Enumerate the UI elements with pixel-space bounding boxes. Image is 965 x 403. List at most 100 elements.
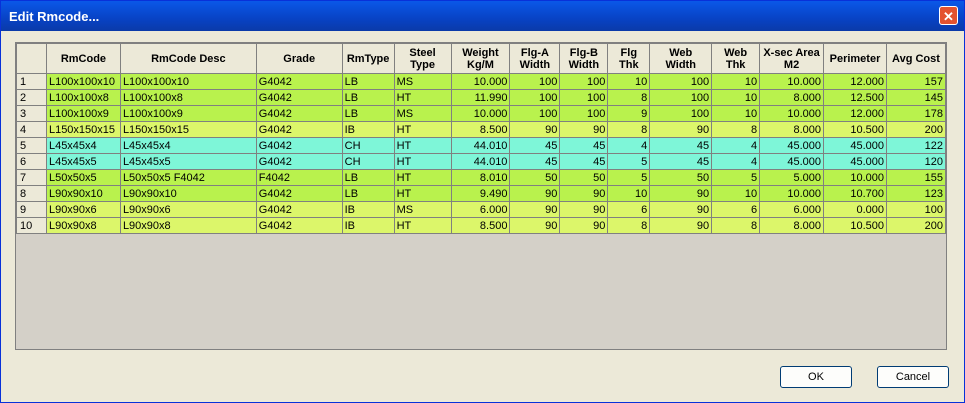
- row-number[interactable]: 1: [16, 73, 47, 90]
- grid-cell[interactable]: 10: [711, 73, 761, 90]
- column-header[interactable]: RmCode: [45, 43, 121, 74]
- grid-cell[interactable]: 10: [607, 185, 651, 202]
- grid-cell[interactable]: 10.000: [450, 105, 511, 122]
- grid-cell[interactable]: 122: [885, 137, 946, 154]
- grid-cell[interactable]: IB: [341, 121, 395, 138]
- grid-cell[interactable]: 45.000: [759, 153, 825, 170]
- row-number[interactable]: 7: [16, 169, 47, 186]
- grid-cell[interactable]: 8: [711, 217, 761, 234]
- cancel-button[interactable]: Cancel: [877, 366, 949, 388]
- grid-cell[interactable]: 6.000: [759, 201, 825, 218]
- grid-cell[interactable]: 12.500: [823, 89, 887, 106]
- grid-cell[interactable]: LB: [341, 185, 395, 202]
- table-row[interactable]: 4 L150x150x15 L150x150x15 G4042 IB HT 8.500 90 9…: [16, 121, 946, 138]
- grid-cell[interactable]: 8.500: [450, 121, 511, 138]
- grid-cell[interactable]: HT: [393, 137, 452, 154]
- grid-cell[interactable]: 100: [509, 89, 561, 106]
- grid-cell[interactable]: 8: [711, 121, 761, 138]
- grid-cell[interactable]: 45: [649, 137, 713, 154]
- grid-cell[interactable]: 12.000: [823, 73, 887, 90]
- grid-cell[interactable]: 10.500: [823, 217, 887, 234]
- grid-cell[interactable]: 8.000: [759, 121, 825, 138]
- grid-cell[interactable]: 4: [711, 153, 761, 170]
- grid-cell[interactable]: 10: [711, 185, 761, 202]
- grid-cell[interactable]: 90: [649, 121, 713, 138]
- grid-cell[interactable]: L90x90x10: [119, 185, 257, 202]
- ok-button[interactable]: OK: [780, 366, 852, 388]
- row-number[interactable]: 9: [16, 201, 47, 218]
- grid-cell[interactable]: 50: [559, 169, 609, 186]
- grid-cell[interactable]: 90: [509, 185, 561, 202]
- grid-cell[interactable]: 5.000: [759, 169, 825, 186]
- grid-cell[interactable]: G4042: [255, 185, 343, 202]
- grid-cell[interactable]: G4042: [255, 105, 343, 122]
- grid-cell[interactable]: L45x45x4: [45, 137, 121, 154]
- grid-cell[interactable]: HT: [393, 121, 452, 138]
- grid-cell[interactable]: L45x45x5: [119, 153, 257, 170]
- row-number[interactable]: 6: [16, 153, 47, 170]
- grid-cell[interactable]: 100: [559, 89, 609, 106]
- grid-cell[interactable]: 45: [559, 153, 609, 170]
- grid-cell[interactable]: 155: [885, 169, 946, 186]
- grid-cell[interactable]: IB: [341, 217, 395, 234]
- column-header[interactable]: Steel Type: [393, 43, 452, 74]
- grid-cell[interactable]: G4042: [255, 153, 343, 170]
- grid-cell[interactable]: L100x100x10: [119, 73, 257, 90]
- grid-cell[interactable]: G4042: [255, 201, 343, 218]
- grid-cell[interactable]: 11.990: [450, 89, 511, 106]
- grid-cell[interactable]: 10.000: [759, 185, 825, 202]
- grid-cell[interactable]: 10.000: [759, 73, 825, 90]
- grid-cell[interactable]: LB: [341, 89, 395, 106]
- grid-cell[interactable]: 4: [711, 137, 761, 154]
- grid-cell[interactable]: 200: [885, 217, 946, 234]
- grid-cell[interactable]: 45: [559, 137, 609, 154]
- table-row[interactable]: 6 L45x45x5 L45x45x5 G4042 CH HT 44.010 45 45 5 45 4…: [16, 153, 946, 170]
- close-icon[interactable]: ✕: [939, 6, 958, 25]
- grid-cell[interactable]: G4042: [255, 89, 343, 106]
- grid-cell[interactable]: L50x50x5: [45, 169, 121, 186]
- grid-cell[interactable]: L100x100x9: [119, 105, 257, 122]
- grid-cell[interactable]: 90: [649, 185, 713, 202]
- grid-cell[interactable]: 44.010: [450, 153, 511, 170]
- grid-cell[interactable]: 8: [607, 217, 651, 234]
- grid-cell[interactable]: L90x90x8: [45, 217, 121, 234]
- column-header[interactable]: RmType: [341, 43, 395, 74]
- grid-cell[interactable]: HT: [393, 169, 452, 186]
- row-number[interactable]: 10: [16, 217, 47, 234]
- grid-cell[interactable]: 45: [509, 153, 561, 170]
- table-row[interactable]: 8 L90x90x10 L90x90x10 G4042 LB HT 9.490 90 90 10 9…: [16, 185, 946, 202]
- grid-cell[interactable]: 10.000: [759, 105, 825, 122]
- grid-cell[interactable]: G4042: [255, 217, 343, 234]
- table-row[interactable]: 9 L90x90x6 L90x90x6 G4042 IB MS 6.000 90 90 6 90 6 6…: [16, 201, 946, 218]
- grid-cell[interactable]: 5: [711, 169, 761, 186]
- row-number[interactable]: 8: [16, 185, 47, 202]
- table-row[interactable]: 3 L100x100x9 L100x100x9 G4042 LB MS 10.000 100 1…: [16, 105, 946, 122]
- grid-cell[interactable]: 90: [649, 201, 713, 218]
- grid-cell[interactable]: L45x45x5: [45, 153, 121, 170]
- grid-cell[interactable]: 90: [559, 217, 609, 234]
- grid-cell[interactable]: G4042: [255, 121, 343, 138]
- grid-cell[interactable]: 10.700: [823, 185, 887, 202]
- grid-cell[interactable]: 8.000: [759, 89, 825, 106]
- grid-cell[interactable]: L45x45x4: [119, 137, 257, 154]
- row-number[interactable]: 2: [16, 89, 47, 106]
- grid-cell[interactable]: IB: [341, 201, 395, 218]
- grid-cell[interactable]: L100x100x8: [45, 89, 121, 106]
- grid-cell[interactable]: 45.000: [823, 153, 887, 170]
- grid-cell[interactable]: 45: [649, 153, 713, 170]
- grid-cell[interactable]: 100: [649, 73, 713, 90]
- table-row[interactable]: 2 L100x100x8 L100x100x8 G4042 LB HT 11.990 100 1…: [16, 89, 946, 106]
- column-header[interactable]: Flg-A Width: [509, 43, 561, 74]
- grid-cell[interactable]: 8.000: [759, 217, 825, 234]
- grid-cell[interactable]: 100: [649, 105, 713, 122]
- grid-cell[interactable]: L100x100x9: [45, 105, 121, 122]
- grid-cell[interactable]: 10.500: [823, 121, 887, 138]
- column-header[interactable]: RmCode Desc: [119, 43, 257, 74]
- grid-cell[interactable]: LB: [341, 169, 395, 186]
- table-row[interactable]: 10 L90x90x8 L90x90x8 G4042 IB HT 8.500 90 90 8 90 8…: [16, 217, 946, 234]
- grid-cell[interactable]: 50: [649, 169, 713, 186]
- grid-cell[interactable]: 8.010: [450, 169, 511, 186]
- grid-cell[interactable]: 100: [559, 73, 609, 90]
- grid-cell[interactable]: HT: [393, 89, 452, 106]
- grid-cell[interactable]: 12.000: [823, 105, 887, 122]
